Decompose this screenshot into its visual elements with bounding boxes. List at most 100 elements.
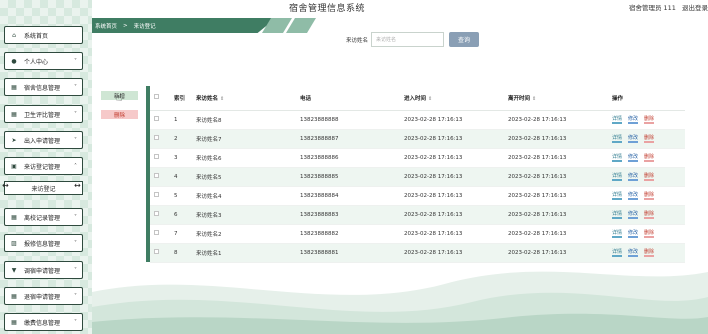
column-header-enter-time[interactable]: 进入时间 ⇕ <box>400 86 504 111</box>
cell-enter-time: 2023-02-28 17:16:13 <box>400 205 504 225</box>
chevron-down-icon: ˅ <box>74 240 77 247</box>
sidebar-item[interactable]: ▦ 缴费信息管理 ˅ <box>4 313 83 331</box>
detail-button[interactable]: 详情 <box>612 173 623 181</box>
cell-phone: 13823888886 <box>296 148 400 168</box>
row-checkbox[interactable] <box>150 129 170 149</box>
cell-enter-time: 2023-02-28 17:16:13 <box>400 224 504 244</box>
sidebar-item-label: 系统首页 <box>24 32 49 40</box>
edit-button[interactable]: 修改 <box>628 116 639 124</box>
detail-button[interactable]: 详情 <box>612 154 623 162</box>
row-checkbox[interactable] <box>150 148 170 168</box>
chevron-down-icon: ˅ <box>74 267 77 274</box>
sidebar-item-label: 调宿申请管理 <box>24 267 61 275</box>
sidebar-item[interactable]: ▦ 退宿申请管理 ˅ <box>4 287 83 305</box>
detail-button[interactable]: 详情 <box>612 116 623 124</box>
cell-leave-time: 2023-02-28 17:16:13 <box>504 110 608 130</box>
table-row[interactable]: 6 来访姓名3 13823888883 2023-02-28 17:16:13 2023… <box>150 205 685 225</box>
detail-button[interactable]: 详情 <box>612 192 623 200</box>
table-row[interactable]: 4 来访姓名5 13823888885 2023-02-28 17:16:13 2023… <box>150 167 685 187</box>
edit-button[interactable]: 修改 <box>628 230 639 238</box>
detail-button[interactable]: 详情 <box>612 135 623 143</box>
edit-button[interactable]: 修改 <box>628 249 639 257</box>
sidebar-item-label: 出入申请管理 <box>24 137 61 145</box>
cell-ops: 详情 修改 删除 <box>608 148 685 168</box>
cell-leave-time: 2023-02-28 17:16:13 <box>504 186 608 206</box>
cell-index: 1 <box>170 110 192 130</box>
cell-index: 8 <box>170 243 192 263</box>
row-delete-button[interactable]: 删除 <box>644 173 655 181</box>
chevron-down-icon: ˅ <box>74 214 77 221</box>
delete-button[interactable]: 删除 <box>101 110 138 119</box>
sidebar-item[interactable]: ⌂ 系统首页 <box>4 26 83 44</box>
sidebar-subitem-visitor-register[interactable]: 来访登记 <box>4 181 83 195</box>
cell-leave-time: 2023-02-28 17:16:13 <box>504 243 608 263</box>
data-table: 索引 来访姓名 ⇕ 电话 进入时间 ⇕ 离开时间 ⇕ 操作 1 来访姓名8 1382388… <box>146 86 685 263</box>
breadcrumb: 系统首页 > 来访登记 <box>92 18 276 33</box>
cell-phone: 13823888884 <box>296 186 400 206</box>
cell-name: 来访姓名3 <box>192 205 296 225</box>
search-input[interactable] <box>371 32 444 47</box>
row-delete-button[interactable]: 删除 <box>644 192 655 200</box>
table-row[interactable]: 5 来访姓名4 13823888884 2023-02-28 17:16:13 2023… <box>150 186 685 206</box>
table-row[interactable]: 8 来访姓名1 13823888881 2023-02-28 17:16:13 2023… <box>150 243 685 263</box>
cell-index: 4 <box>170 167 192 187</box>
table-row[interactable]: 3 来访姓名6 13823888886 2023-02-28 17:16:13 2023… <box>150 148 685 168</box>
resize-arrow-icon: ↔ <box>2 181 9 190</box>
cell-ops: 详情 修改 删除 <box>608 224 685 244</box>
cell-enter-time: 2023-02-28 17:16:13 <box>400 110 504 130</box>
row-delete-button[interactable]: 删除 <box>644 211 655 219</box>
inbox-icon: ▣ <box>11 162 17 170</box>
row-checkbox[interactable] <box>150 205 170 225</box>
detail-button[interactable]: 详情 <box>612 249 623 257</box>
sidebar-item[interactable]: ▣ 来访登记管理 ˄ <box>4 157 83 175</box>
row-checkbox[interactable] <box>150 224 170 244</box>
sidebar-item[interactable]: ● 个人中心 ˅ <box>4 52 83 70</box>
sidebar-item[interactable]: ▦ 离校记录管理 ˅ <box>4 208 83 226</box>
row-delete-button[interactable]: 删除 <box>644 249 655 257</box>
edit-button[interactable]: 修改 <box>628 211 639 219</box>
row-checkbox[interactable] <box>150 243 170 263</box>
cell-index: 6 <box>170 205 192 225</box>
grid-icon: ▦ <box>11 110 17 118</box>
row-checkbox[interactable] <box>150 110 170 130</box>
sidebar-item[interactable]: ➤ 出入申请管理 ˅ <box>4 131 83 149</box>
edit-button[interactable]: 修改 <box>628 135 639 143</box>
detail-button[interactable]: 详情 <box>612 211 623 219</box>
table-row[interactable]: 1 来访姓名8 13823888888 2023-02-28 17:16:13 2023… <box>150 110 685 130</box>
row-delete-button[interactable]: 删除 <box>644 135 655 143</box>
cell-ops: 详情 修改 删除 <box>608 110 685 130</box>
sidebar-item[interactable]: ▦ 宿舍信息管理 ˅ <box>4 78 83 96</box>
sidebar-item[interactable]: ▦ 卫生评比管理 ˅ <box>4 105 83 123</box>
sort-icon: ⇕ <box>220 95 225 102</box>
column-header-leave-time[interactable]: 离开时间 ⇕ <box>504 86 608 111</box>
row-delete-button[interactable]: 删除 <box>644 154 655 162</box>
column-header-name[interactable]: 来访姓名 ⇕ <box>192 86 296 111</box>
send-icon: ➤ <box>11 136 17 144</box>
search-button[interactable]: 查询 <box>449 32 479 47</box>
pointer-cursor-icon: ☝ <box>116 93 123 104</box>
row-delete-button[interactable]: 删除 <box>644 116 655 124</box>
logout-link[interactable]: 退出登录 <box>682 4 708 12</box>
select-all-checkbox[interactable] <box>150 86 170 111</box>
cell-name: 来访姓名6 <box>192 148 296 168</box>
cell-leave-time: 2023-02-28 17:16:13 <box>504 129 608 149</box>
breadcrumb-home[interactable]: 系统首页 <box>95 22 117 30</box>
chevron-down-icon: ˅ <box>74 293 77 300</box>
row-checkbox[interactable] <box>150 167 170 187</box>
edit-button[interactable]: 修改 <box>628 173 639 181</box>
detail-button[interactable]: 详情 <box>612 230 623 238</box>
row-checkbox[interactable] <box>150 186 170 206</box>
sidebar-item[interactable]: ▼ 调宿申请管理 ˅ <box>4 261 83 279</box>
edit-button[interactable]: 修改 <box>628 154 639 162</box>
row-delete-button[interactable]: 删除 <box>644 230 655 238</box>
sort-icon: ⇕ <box>428 95 433 102</box>
cell-name: 来访姓名1 <box>192 243 296 263</box>
sidebar-item[interactable]: ▨ 报修信息管理 ˅ <box>4 234 83 252</box>
edit-button[interactable]: 修改 <box>628 192 639 200</box>
cell-name: 来访姓名5 <box>192 167 296 187</box>
cell-ops: 详情 修改 删除 <box>608 205 685 225</box>
cell-name: 来访姓名2 <box>192 224 296 244</box>
cell-enter-time: 2023-02-28 17:16:13 <box>400 148 504 168</box>
table-row[interactable]: 2 来访姓名7 13823888887 2023-02-28 17:16:13 2023… <box>150 129 685 149</box>
table-row[interactable]: 7 来访姓名2 13823888882 2023-02-28 17:16:13 2023… <box>150 224 685 244</box>
